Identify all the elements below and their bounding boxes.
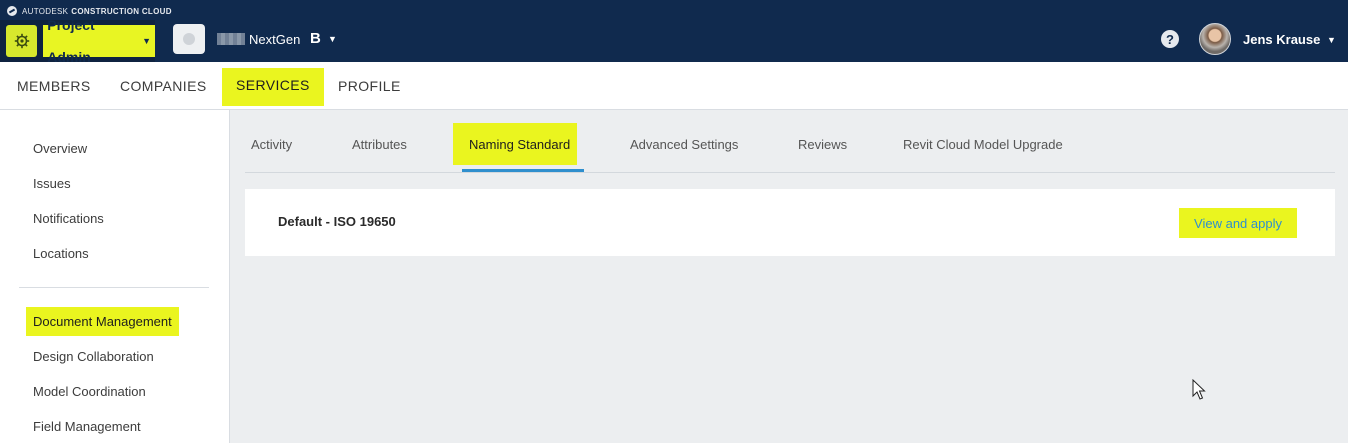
main-tabs: MEMBERS COMPANIES SERVICES PROFILE (0, 62, 1348, 110)
help-icon[interactable]: ? (1161, 30, 1179, 48)
project-prefix-redacted (217, 33, 245, 45)
tab-profile[interactable]: PROFILE (338, 62, 401, 110)
chevron-down-icon[interactable]: ▼ (1327, 35, 1336, 45)
sidebar: Overview Issues Notifications Locations … (0, 110, 230, 443)
naming-standard-card: Default - ISO 19650 View and apply (245, 189, 1335, 256)
sidebar-item-field-management[interactable]: Field Management (33, 419, 141, 434)
subtab-attributes[interactable]: Attributes (352, 137, 407, 152)
subtab-activity[interactable]: Activity (251, 137, 292, 152)
sidebar-item-overview[interactable]: Overview (33, 141, 87, 156)
subtab-naming-standard[interactable]: Naming Standard (453, 123, 578, 165)
tab-members[interactable]: MEMBERS (17, 62, 91, 110)
subtab-advanced-settings[interactable]: Advanced Settings (630, 137, 738, 152)
tab-services[interactable]: SERVICES (222, 68, 324, 106)
sidebar-divider (19, 287, 209, 288)
autodesk-logo-icon (7, 6, 17, 16)
mouse-cursor-icon (1192, 379, 1206, 400)
sidebar-item-issues[interactable]: Issues (33, 176, 71, 191)
subtab-revit-cloud-model-upgrade[interactable]: Revit Cloud Model Upgrade (903, 137, 1063, 152)
project-badge-icon: B (310, 30, 321, 47)
active-tab-indicator (462, 169, 584, 172)
view-and-apply-button[interactable]: View and apply (1179, 208, 1297, 238)
sidebar-item-document-management[interactable]: Document Management (26, 307, 179, 336)
gear-icon-svg (14, 33, 29, 49)
naming-standard-title: Default - ISO 19650 (278, 214, 396, 229)
avatar[interactable] (1199, 23, 1231, 55)
project-name[interactable]: NextGen (249, 32, 300, 47)
project-thumbnail[interactable] (173, 24, 205, 54)
sidebar-item-design-collaboration[interactable]: Design Collaboration (33, 349, 154, 364)
module-switcher[interactable]: Project Admin ▼ (0, 17, 155, 65)
sidebar-item-locations[interactable]: Locations (33, 246, 89, 261)
sidebar-item-model-coordination[interactable]: Model Coordination (33, 384, 146, 399)
sidebar-item-notifications[interactable]: Notifications (33, 211, 104, 226)
tab-companies[interactable]: COMPANIES (120, 62, 207, 110)
chevron-down-icon: ▼ (142, 36, 151, 46)
module-label-button[interactable]: Project Admin ▼ (43, 17, 155, 65)
gear-icon[interactable] (6, 25, 38, 57)
chevron-down-icon[interactable]: ▼ (328, 34, 337, 44)
top-bar: AUTODESK CONSTRUCTION CLOUD Project Admi… (0, 0, 1348, 65)
subtab-reviews[interactable]: Reviews (798, 137, 847, 152)
service-sub-tabs: Activity Attributes Naming Standard Adva… (245, 110, 1335, 173)
user-name[interactable]: Jens Krause (1243, 32, 1320, 47)
